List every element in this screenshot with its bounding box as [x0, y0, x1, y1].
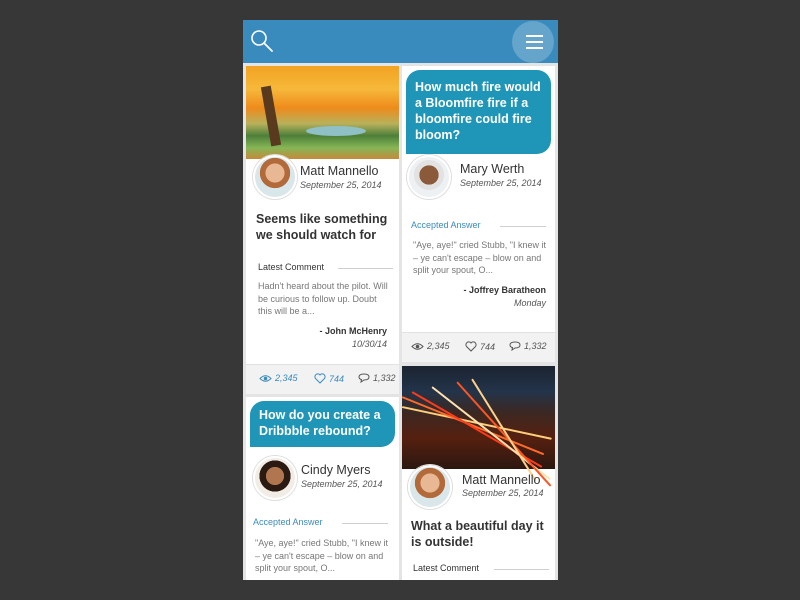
post-title[interactable]: What a beautiful day it is outside!	[411, 518, 549, 550]
comments-stat[interactable]: 1,332	[358, 373, 396, 383]
divider	[342, 523, 388, 524]
likes-stat[interactable]: 744	[465, 341, 495, 352]
post-card[interactable]: Matt Mannello September 25, 2014 What a …	[402, 366, 555, 580]
post-date: September 25, 2014	[300, 180, 382, 190]
avatar[interactable]	[253, 456, 297, 500]
question-bubble[interactable]: How much fire would a Bloomfire fire if …	[406, 70, 551, 154]
comment-bubble-icon	[358, 373, 370, 383]
likes-count: 744	[480, 341, 496, 352]
question-bubble[interactable]: How do you create a Dribbble rebound?	[250, 401, 395, 447]
menu-button[interactable]	[512, 21, 554, 63]
post-title[interactable]: Seems like something we should watch for	[256, 211, 391, 243]
post-image	[402, 366, 555, 487]
divider	[500, 226, 546, 227]
comments-stat[interactable]: 1,332	[509, 341, 547, 351]
accepted-answer-label: Accepted Answer	[253, 517, 323, 527]
author-name[interactable]: Mary Werth	[460, 162, 524, 176]
stats-bar: 2,345 744 1,332	[246, 364, 399, 394]
answer-excerpt: "Aye, aye!" cried Stubb, "I knew it – ye…	[255, 538, 388, 573]
comment-author[interactable]: - John McHenry	[319, 326, 387, 336]
latest-comment-label: Latest Comment	[413, 563, 480, 573]
question-card[interactable]: How do you create a Dribbble rebound? Ci…	[246, 397, 399, 580]
post-date: September 25, 2014	[460, 178, 542, 188]
post-date: September 25, 2014	[301, 479, 383, 489]
comments-count: 1,332	[524, 341, 547, 351]
likes-count: 744	[329, 373, 345, 384]
top-bar	[243, 20, 558, 63]
search-button[interactable]	[249, 28, 275, 54]
post-card[interactable]: Matt Mannello September 25, 2014 Seems l…	[246, 66, 399, 394]
comment-bubble-icon	[509, 341, 521, 351]
heart-icon	[465, 341, 477, 352]
post-date: September 25, 2014	[462, 488, 544, 498]
divider	[494, 569, 549, 570]
stats-bar: 2,345 744 1,332	[402, 332, 555, 362]
answer-author[interactable]: - Joffrey Baratheon	[463, 285, 546, 295]
question-card[interactable]: How much fire would a Bloomfire fire if …	[402, 66, 555, 362]
post-image	[246, 66, 399, 159]
comments-count: 1,332	[373, 373, 396, 383]
eye-icon	[411, 342, 424, 350]
search-icon	[251, 30, 273, 52]
avatar[interactable]	[407, 155, 451, 199]
likes-stat[interactable]: 744	[314, 373, 344, 384]
comment-date: 10/30/14	[351, 339, 387, 349]
latest-comment-label: Latest Comment	[258, 262, 325, 272]
eye-icon	[259, 374, 272, 382]
author-name[interactable]: Cindy Myers	[301, 463, 370, 477]
accepted-answer-label: Accepted Answer	[411, 220, 481, 230]
phone-screen: Matt Mannello September 25, 2014 Seems l…	[243, 20, 558, 580]
views-count: 2,345	[427, 341, 450, 351]
views-count: 2,345	[275, 373, 298, 383]
views-stat[interactable]: 2,345	[259, 373, 298, 383]
divider	[338, 268, 393, 269]
answer-excerpt: "Aye, aye!" cried Stubb, "I knew it – ye…	[413, 240, 546, 275]
author-name[interactable]: Matt Mannello	[462, 473, 541, 487]
avatar[interactable]	[408, 465, 452, 509]
answer-date: Monday	[513, 298, 546, 308]
avatar[interactable]	[253, 155, 297, 199]
heart-icon	[314, 373, 326, 384]
views-stat[interactable]: 2,345	[411, 341, 450, 351]
author-name[interactable]: Matt Mannello	[300, 164, 379, 178]
comment-excerpt: Hadn't heard about the pilot. Will be cu…	[258, 281, 388, 316]
